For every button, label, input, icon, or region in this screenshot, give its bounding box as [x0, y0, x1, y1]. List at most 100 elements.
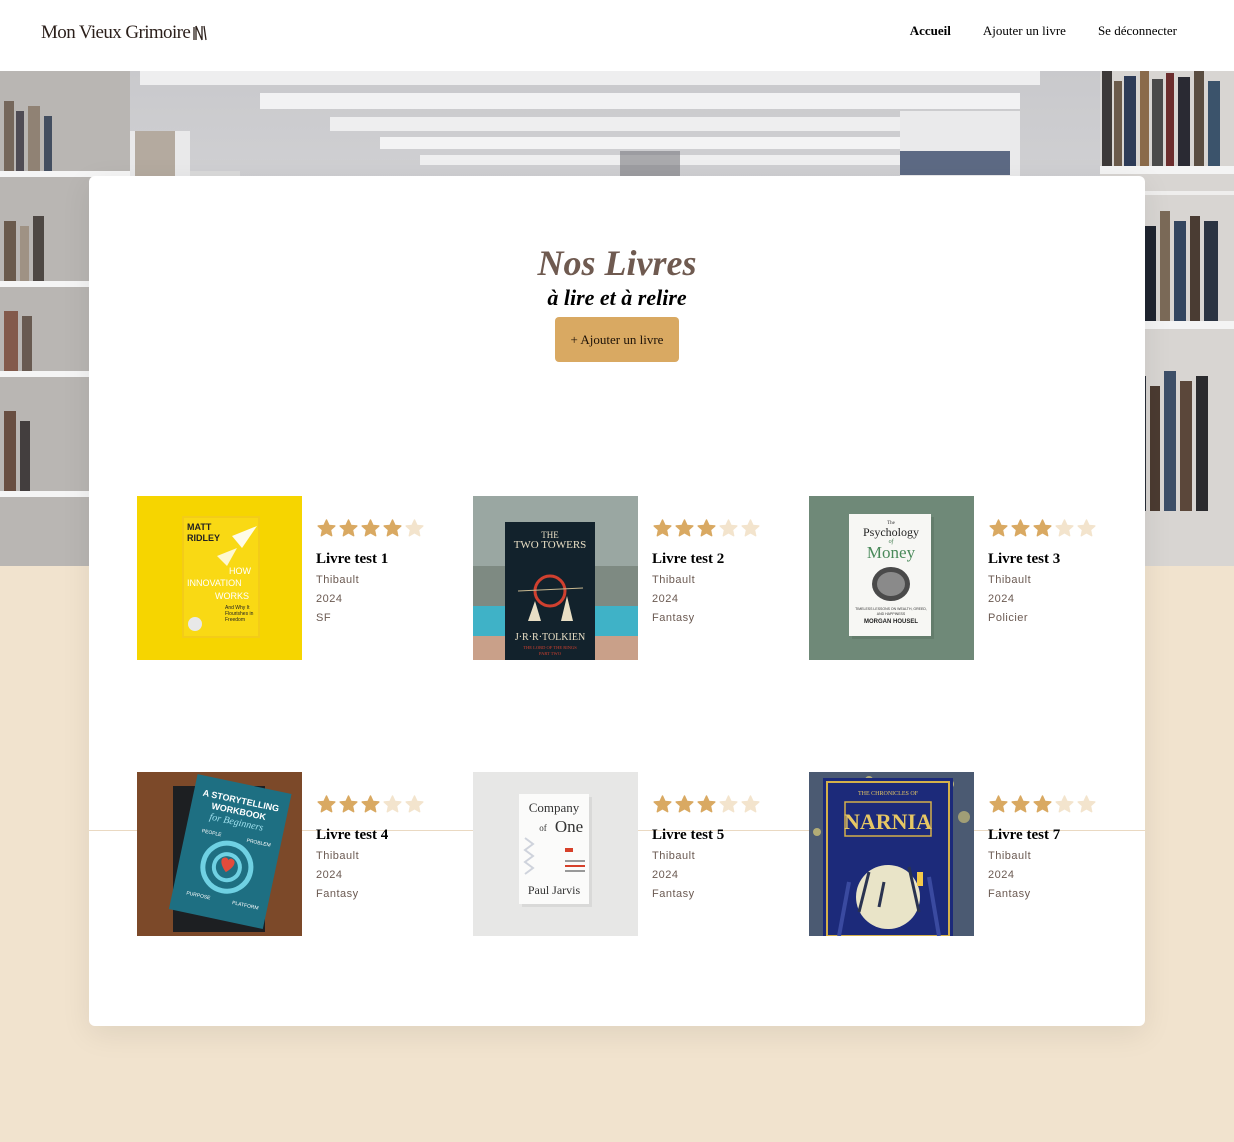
- star-filled-icon: [989, 795, 1008, 813]
- cover-text: MORGAN HOUSEL: [864, 619, 918, 625]
- star-filled-icon: [989, 519, 1008, 537]
- star-filled-icon: [383, 519, 402, 537]
- book-info: Livre test 4 Thibault 2024 Fantasy: [316, 794, 436, 901]
- book-info: Livre test 2 Thibault 2024 Fantasy: [652, 518, 772, 625]
- book-card[interactable]: Company of One Paul Jarvis Livre test 5 …: [473, 772, 773, 937]
- star-filled-icon: [653, 519, 672, 537]
- star-empty-icon: [719, 519, 738, 537]
- cover-text: Money: [867, 543, 916, 562]
- page-subtitle: à lire et à relire: [547, 285, 687, 310]
- book-year: 2024: [652, 593, 679, 605]
- cover-text: TIMELESS LESSONS ON WEALTH, GREED,: [855, 607, 927, 611]
- book-genre: Fantasy: [988, 888, 1031, 900]
- cover-text: of: [539, 823, 547, 833]
- book-year: 2024: [316, 593, 343, 605]
- book-author: Thibault: [316, 850, 360, 862]
- book-year: 2024: [316, 869, 343, 881]
- book-info: Livre test 1 Thibault 2024 SF: [316, 518, 436, 625]
- star-filled-icon: [675, 795, 694, 813]
- book-title: Livre test 7: [988, 827, 1061, 843]
- star-filled-icon: [653, 795, 672, 813]
- nav-link-ajouter-livre[interactable]: Ajouter un livre: [983, 23, 1066, 39]
- star-filled-icon: [339, 519, 358, 537]
- book-author: Thibault: [652, 850, 696, 862]
- book-cover-image[interactable]: A STORYTELLING WORKBOOK for Beginners PE…: [137, 772, 302, 936]
- cover-text: AND HAPPINESS: [877, 612, 906, 616]
- rating-stars: [988, 518, 1108, 542]
- star-empty-icon: [1077, 795, 1096, 813]
- cover-text: HOW: [229, 566, 252, 576]
- cover-text: One: [555, 817, 583, 836]
- book-author: Thibault: [988, 850, 1032, 862]
- star-empty-icon: [741, 519, 760, 537]
- star-empty-icon: [741, 795, 760, 813]
- book-year: 2024: [988, 593, 1015, 605]
- add-book-button[interactable]: + Ajouter un livre: [555, 317, 679, 362]
- book-genre: Policier: [988, 612, 1029, 624]
- book-author: Thibault: [652, 574, 696, 586]
- star-empty-icon: [405, 795, 424, 813]
- rating-stars: [316, 794, 436, 818]
- cover-the-two-towers: THE TWO TOWERS J·R·R·TOLKIEN THE LORD OF…: [473, 496, 638, 660]
- star-empty-icon: [405, 519, 424, 537]
- cover-text: Freedom: [225, 617, 245, 623]
- book-year: 2024: [988, 869, 1015, 881]
- star-filled-icon: [675, 519, 694, 537]
- cover-text: Company: [529, 800, 580, 815]
- book-title: Livre test 1: [316, 551, 389, 567]
- star-filled-icon: [317, 795, 336, 813]
- cover-company-of-one: Company of One Paul Jarvis: [473, 772, 638, 936]
- book-genre: Fantasy: [652, 888, 695, 900]
- book-card[interactable]: MATT RIDLEY HOW INNOVATION WORKS And Why…: [137, 496, 437, 661]
- book-genre: Fantasy: [652, 612, 695, 624]
- cover-text: NARNIA: [844, 809, 932, 834]
- rating-stars: [652, 794, 772, 818]
- book-info: Livre test 3 Thibault 2024 Policier: [988, 518, 1108, 625]
- book-author: Thibault: [316, 574, 360, 586]
- book-info: Livre test 5 Thibault 2024 Fantasy: [652, 794, 772, 901]
- book-card[interactable]: THE TWO TOWERS J·R·R·TOLKIEN THE LORD OF…: [473, 496, 773, 661]
- star-filled-icon: [1011, 795, 1030, 813]
- book-card[interactable]: THE CHRONICLES OF NARNIA Livre test 7 Th…: [809, 772, 1109, 937]
- cover-text: MATT: [187, 522, 212, 532]
- cover-psychology-of-money: The Psychology of Money TIMELESS LESSONS…: [809, 496, 974, 660]
- rating-stars: [652, 518, 772, 542]
- book-title: Livre test 5: [652, 827, 725, 843]
- star-filled-icon: [697, 519, 716, 537]
- cover-narnia: THE CHRONICLES OF NARNIA: [809, 772, 974, 936]
- logo-text: Mon Vieux Grimoire: [41, 22, 191, 43]
- book-card[interactable]: A STORYTELLING WORKBOOK for Beginners PE…: [137, 772, 437, 937]
- book-cover-image[interactable]: Company of One Paul Jarvis: [473, 772, 638, 936]
- book-year: 2024: [652, 869, 679, 881]
- book-title: Livre test 2: [652, 551, 725, 567]
- book-cover-image[interactable]: THE CHRONICLES OF NARNIA: [809, 772, 974, 936]
- star-empty-icon: [1055, 795, 1074, 813]
- star-filled-icon: [339, 795, 358, 813]
- cover-text: PART TWO: [539, 651, 562, 656]
- nav-link-accueil[interactable]: Accueil: [910, 23, 951, 39]
- cover-text: THE LORD OF THE RINGS: [523, 645, 577, 650]
- cover-text: WORKS: [215, 591, 249, 601]
- cover-text: RIDLEY: [187, 533, 220, 543]
- logo-book-icon: [193, 25, 207, 41]
- star-filled-icon: [361, 519, 380, 537]
- star-filled-icon: [361, 795, 380, 813]
- site-logo[interactable]: Mon Vieux Grimoire: [41, 22, 207, 44]
- cover-text: Psychology: [863, 525, 919, 539]
- star-filled-icon: [1033, 795, 1052, 813]
- page-title: Nos Livres: [537, 243, 697, 283]
- nav-link-deconnecter[interactable]: Se déconnecter: [1098, 23, 1177, 39]
- star-filled-icon: [697, 795, 716, 813]
- book-cover-image[interactable]: MATT RIDLEY HOW INNOVATION WORKS And Why…: [137, 496, 302, 660]
- star-filled-icon: [317, 519, 336, 537]
- book-genre: SF: [316, 612, 332, 624]
- cover-how-innovation-works: MATT RIDLEY HOW INNOVATION WORKS And Why…: [137, 496, 302, 660]
- cover-text: J·R·R·TOLKIEN: [515, 632, 585, 643]
- cover-storytelling-workbook: A STORYTELLING WORKBOOK for Beginners PE…: [137, 772, 302, 936]
- cover-text: THE CHRONICLES OF: [858, 791, 919, 797]
- cover-text: INNOVATION: [187, 578, 242, 588]
- star-empty-icon: [383, 795, 402, 813]
- book-cover-image[interactable]: THE TWO TOWERS J·R·R·TOLKIEN THE LORD OF…: [473, 496, 638, 660]
- book-card[interactable]: The Psychology of Money TIMELESS LESSONS…: [809, 496, 1109, 661]
- book-cover-image[interactable]: The Psychology of Money TIMELESS LESSONS…: [809, 496, 974, 660]
